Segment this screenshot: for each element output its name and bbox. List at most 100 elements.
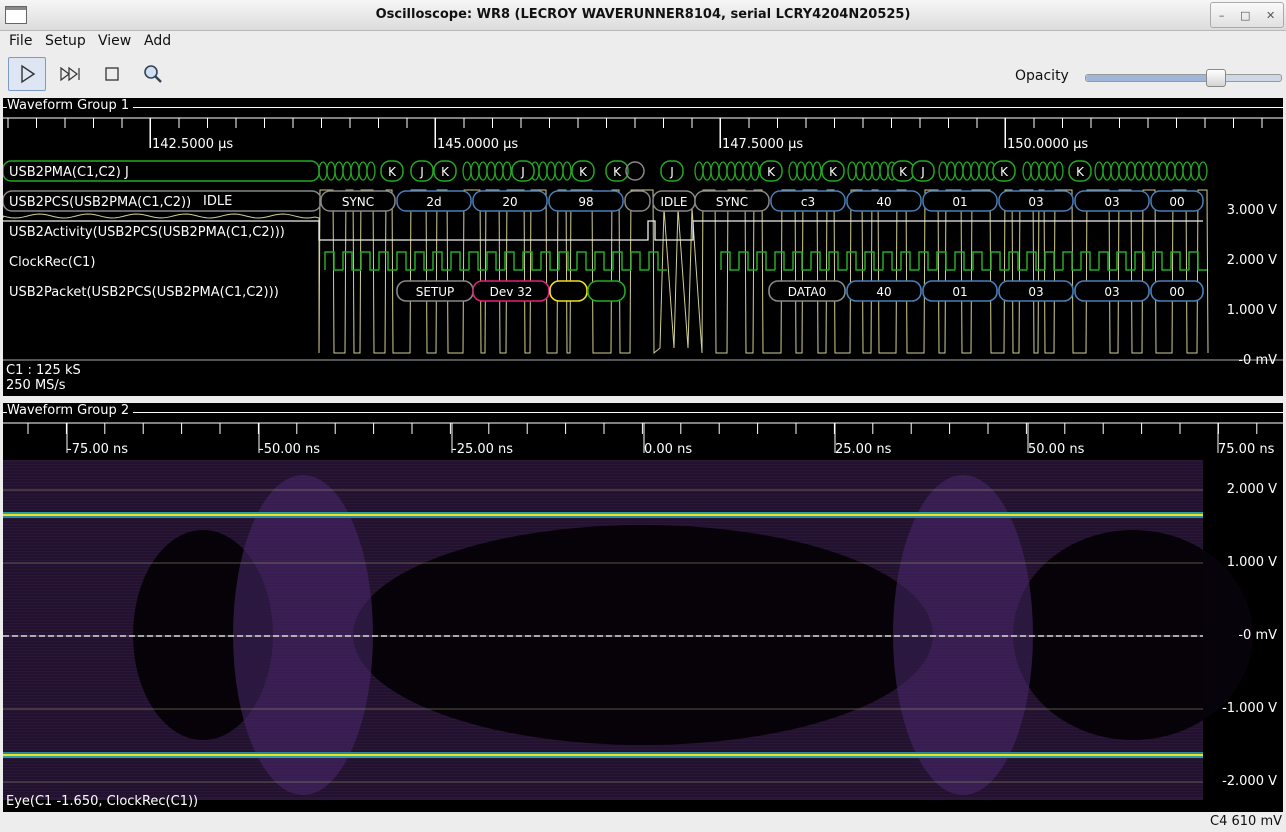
- g1-voltage-label: 2.000 V: [1226, 253, 1277, 268]
- search-button[interactable]: [134, 57, 172, 91]
- opacity-slider-thumb[interactable]: [1205, 69, 1226, 87]
- pma-symbol-loop: [718, 161, 728, 181]
- run-button[interactable]: [8, 57, 46, 91]
- g2-voltage-label: 2.000 V: [1226, 482, 1277, 497]
- group-2-title: Waveform Group 2: [7, 403, 134, 418]
- pma-symbol-loop: [954, 161, 964, 181]
- pma-symbol-loop: [970, 161, 980, 181]
- g1-time-label: 150.0000 µs: [1007, 137, 1089, 152]
- pcs-symbol-text: 2d: [426, 195, 441, 209]
- g2-time-label: 0.00 ns: [644, 442, 693, 457]
- opacity-slider[interactable]: [1085, 69, 1282, 87]
- pcs-symbol-text: 40: [876, 195, 891, 209]
- g1-sample-count: C1 : 125 kS: [6, 363, 81, 378]
- pma-symbol-loop: [962, 161, 972, 181]
- packet-symbol-text: Dev 32: [490, 285, 533, 299]
- pma-symbol-text: K: [388, 165, 397, 179]
- waveform-group-1[interactable]: Waveform Group 1 K J K J K K J K K K J K K SYNC 2d 20 98…: [3, 98, 1283, 396]
- pma-symbol-text: K: [1000, 165, 1009, 179]
- eye-diagram-plot[interactable]: [3, 403, 1283, 812]
- toolbar: Opacity: [0, 54, 1286, 96]
- g2-time-label: 50.00 ns: [1028, 442, 1085, 457]
- pma-symbol-loop: [546, 161, 556, 181]
- pma-symbol-loop: [470, 161, 480, 181]
- g1-time-label: 147.5000 µs: [722, 137, 804, 152]
- maximize-icon[interactable]: □: [1240, 9, 1250, 22]
- waveform-group-2[interactable]: Waveform Group 2 -75.00 ns -50.00 ns -25…: [3, 403, 1283, 812]
- packet-symbol-text: 01: [952, 285, 967, 299]
- pma-symbol-loop: [742, 161, 752, 181]
- pma-symbol-loop: [462, 161, 472, 181]
- g1-voltage-label: 3.000 V: [1226, 203, 1277, 218]
- pma-symbol-text: K: [899, 165, 908, 179]
- pma-symbol-loop: [1046, 161, 1056, 181]
- g2-voltage-label: -1.000 V: [1222, 701, 1277, 716]
- menu-add[interactable]: Add: [144, 33, 171, 49]
- pma-symbol-loop: [1118, 161, 1128, 181]
- pma-symbol-loop: [318, 161, 328, 181]
- pma-symbol-loop: [1190, 161, 1200, 181]
- pma-symbol-loop: [342, 161, 352, 181]
- pma-symbol-loop: [734, 161, 744, 181]
- pma-symbol-loop: [1110, 161, 1120, 181]
- title-bar: Oscilloscope: WR8 (LECROY WAVERUNNER8104…: [0, 0, 1286, 31]
- pma-symbol-loop: [812, 161, 822, 181]
- pma-symbol-loop: [1126, 161, 1136, 181]
- minimize-icon[interactable]: –: [1219, 9, 1225, 22]
- trace-label-pma[interactable]: USB2PMA(C1,C2) J: [9, 165, 129, 180]
- packet-symbol-text: 00: [1169, 285, 1184, 299]
- trace-label-clockrec[interactable]: ClockRec(C1): [9, 255, 95, 270]
- pcs-symbol-text: 01: [952, 195, 967, 209]
- g2-time-label: 75.00 ns: [1218, 442, 1275, 457]
- pma-symbol-loop: [1166, 161, 1176, 181]
- pma-symbol-text: K: [579, 165, 588, 179]
- pma-symbol-loop: [478, 161, 488, 181]
- trace-label-pcs[interactable]: USB2PCS(USB2PMA(C1,C2)): [9, 195, 191, 210]
- status-readout: C4 610 mV: [1210, 814, 1282, 829]
- pma-symbol-loop: [978, 161, 988, 181]
- single-step-button[interactable]: [51, 57, 89, 91]
- pma-symbol-loop: [326, 161, 336, 181]
- pma-symbol-loop: [1022, 161, 1032, 181]
- packet-symbol-text: 03: [1104, 285, 1119, 299]
- pma-symbol-loop: [847, 161, 857, 181]
- pma-symbol-text: K: [613, 165, 622, 179]
- pcs-symbol-text: SYNC: [716, 195, 748, 209]
- pma-symbol-loop: [788, 161, 798, 181]
- g2-time-label: -25.00 ns: [452, 442, 514, 457]
- pma-symbol-loop: [494, 161, 504, 181]
- pma-symbol-text: J: [520, 165, 525, 179]
- pma-symbol-loop: [879, 161, 889, 181]
- pma-symbol-loop: [1182, 161, 1192, 181]
- pma-symbol-loop: [702, 161, 712, 181]
- packet-symbol-box: [549, 280, 588, 302]
- status-bar: C4 610 mV: [0, 812, 1286, 832]
- menu-bar: File Setup View Add: [0, 30, 1286, 54]
- pma-symbol-loop: [1174, 161, 1184, 181]
- pcs-symbol-text: 00: [1169, 195, 1184, 209]
- clockrec-trace: [324, 251, 1207, 271]
- g2-voltage-label: -0 mV: [1238, 628, 1277, 643]
- g1-time-label: 142.5000 µs: [152, 137, 234, 152]
- packet-symbol-text: 03: [1028, 285, 1043, 299]
- menu-setup[interactable]: Setup: [45, 33, 86, 49]
- close-icon[interactable]: ✕: [1266, 9, 1275, 22]
- stop-button[interactable]: [93, 57, 131, 91]
- eye-trace-label[interactable]: Eye(C1 -1.650, ClockRec(C1)): [6, 794, 198, 809]
- g1-sample-rate: 250 MS/s: [6, 378, 66, 393]
- packet-symbol-text: DATA0: [788, 285, 827, 299]
- packet-symbol-text: SETUP: [416, 285, 455, 299]
- trace-label-activity[interactable]: USB2Activity(USB2PCS(USB2PMA(C1,C2))): [9, 225, 285, 240]
- g2-time-label: -75.00 ns: [67, 442, 129, 457]
- g1-time-label: 145.0000 µs: [437, 137, 519, 152]
- pma-symbol-loop: [502, 161, 512, 181]
- pma-symbol-loop: [350, 161, 360, 181]
- pma-symbol-loop: [804, 161, 814, 181]
- pma-symbol-loop: [334, 161, 344, 181]
- pma-symbol-text: J: [419, 165, 424, 179]
- menu-view[interactable]: View: [98, 33, 131, 49]
- pma-symbol-loop: [538, 161, 548, 181]
- menu-file[interactable]: File: [9, 33, 32, 49]
- trace-label-packet[interactable]: USB2Packet(USB2PCS(USB2PMA(C1,C2))): [9, 285, 279, 300]
- pma-symbol-loop: [710, 161, 720, 181]
